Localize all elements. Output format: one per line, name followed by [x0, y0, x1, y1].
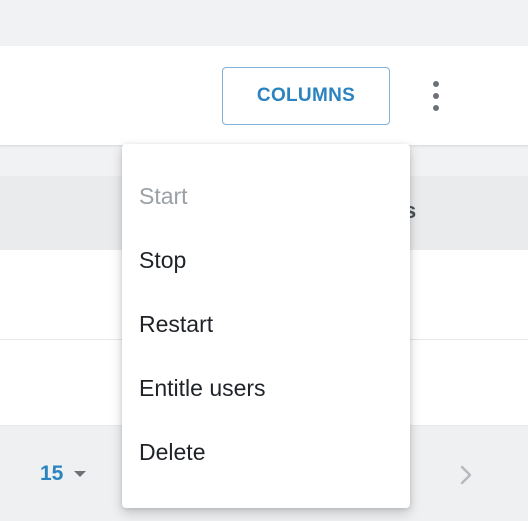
toolbar: COLUMNS	[0, 46, 528, 146]
menu-item-stop[interactable]: Stop	[122, 228, 410, 292]
rows-per-page-value: 15	[40, 462, 64, 485]
menu-item-restart[interactable]: Restart	[122, 292, 410, 356]
next-page-button[interactable]	[454, 460, 478, 490]
menu-item-entitle-users[interactable]: Entitle users	[122, 356, 410, 420]
rows-per-page-select[interactable]: 15	[40, 462, 87, 486]
columns-button[interactable]: COLUMNS	[222, 67, 390, 125]
chevron-right-icon	[460, 465, 472, 485]
menu-item-start: Start	[139, 182, 188, 209]
menu-item-delete[interactable]: Delete	[122, 420, 410, 484]
actions-menu: Start Stop Restart Entitle users Delete	[122, 144, 410, 508]
more-vertical-icon	[433, 81, 439, 111]
more-options-button[interactable]	[420, 74, 452, 118]
caret-down-icon	[74, 471, 87, 477]
